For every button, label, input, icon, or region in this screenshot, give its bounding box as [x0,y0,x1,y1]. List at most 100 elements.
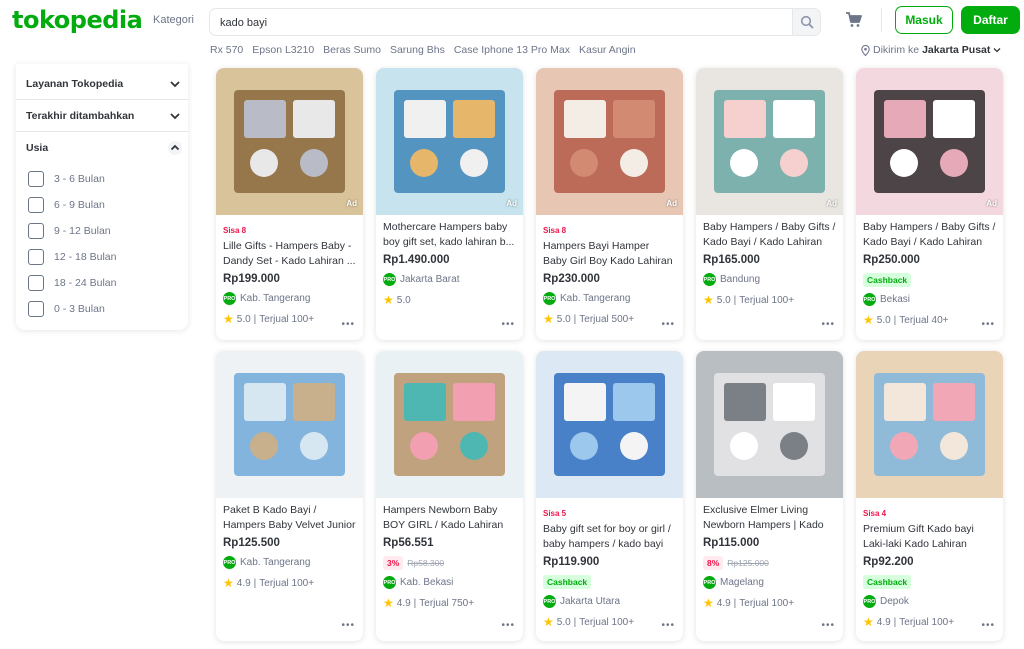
product-image[interactable] [376,68,523,215]
product-card[interactable]: Exclusive Elmer Living Newborn Hampers |… [696,351,843,641]
search-button[interactable] [792,9,820,35]
checkbox[interactable] [28,223,44,239]
product-name[interactable]: Paket B Kado Bayi / Hampers Baby Velvet … [223,503,356,533]
filter-section-label: Terakhir ditambahkan [26,110,135,122]
keyword-link[interactable]: Beras Sumo [323,44,381,56]
product-card[interactable]: Sisa 5 Baby gift set for boy or girl / ba… [536,351,683,641]
product-name[interactable]: Baby gift set for boy or girl / baby ham… [543,522,676,552]
shop-location: PRO Bandung [703,273,760,286]
more-options-icon[interactable]: ••• [981,620,995,631]
shop-location: PRO Jakarta Barat [383,273,459,286]
more-options-icon[interactable]: ••• [661,620,675,631]
filter-section-usia[interactable]: Usia [16,132,188,164]
more-options-icon[interactable]: ••• [821,319,835,330]
product-image[interactable] [536,68,683,215]
product-name[interactable]: Mothercare Hampers baby boy gift set, ka… [383,220,516,250]
product-image[interactable] [216,68,363,215]
product-name[interactable]: Lille Gifts - Hampers Baby - Dandy Set -… [223,239,356,269]
shop-location: PRO Kab. Bekasi [383,576,453,589]
ad-badge: Ad [666,199,677,208]
keyword-link[interactable]: Sarung Bhs [390,44,445,56]
product-image[interactable] [856,68,1003,215]
chevron-down-icon [993,48,1001,53]
filter-section-terakhir[interactable]: Terakhir ditambahkan [16,100,188,132]
age-option[interactable]: 18 - 24 Bulan [28,274,178,292]
rating-value: 4.9 [396,597,411,609]
original-price: Rp58.300 [407,558,445,568]
kategori-link[interactable]: Kategori [153,14,194,26]
age-option[interactable]: 0 - 3 Bulan [28,300,178,318]
star-icon: ★ [223,576,234,590]
checkbox[interactable] [28,301,44,317]
more-options-icon[interactable]: ••• [501,620,515,631]
cart-icon[interactable] [845,11,863,29]
product-card[interactable]: Ad Sisa 8 Lille Gifts - Hampers Baby - Dan… [216,68,363,340]
product-card[interactable]: Ad Baby Hampers / Baby Gifts / Kado Bayi … [856,68,1003,340]
product-card[interactable]: Paket B Kado Bayi / Hampers Baby Velvet … [216,351,363,641]
product-price: Rp199.000 [223,273,280,285]
shop-location: PRO Kab. Tangerang [223,292,310,305]
star-icon: ★ [703,596,714,610]
more-options-icon[interactable]: ••• [341,319,355,330]
tokopedia-logo[interactable]: tokopedia [12,6,143,34]
shop-location-label: Jakarta Utara [560,596,621,607]
more-options-icon[interactable]: ••• [501,319,515,330]
register-button[interactable]: Daftar [961,6,1020,34]
product-name[interactable]: Premium Gift Kado bayi Laki-laki Kado La… [863,522,996,552]
chevron-up-icon [168,141,182,155]
sold-count: Terjual 100+ [899,616,955,628]
rating-value: 5.0 [396,294,411,306]
keyword-link[interactable]: Kasur Angin [579,44,636,56]
delivery-location[interactable]: Dikirim ke Jakarta Pusat [861,44,1001,56]
product-name[interactable]: Hampers Bayi Hamper Baby Girl Boy Kado L… [543,239,676,269]
product-card[interactable]: Hampers Newborn Baby BOY GIRL / Kado Lah… [376,351,523,641]
product-price: Rp165.000 [703,254,760,266]
popular-keywords: Rx 570 Epson L3210 Beras Sumo Sarung Bhs… [210,44,636,56]
keyword-link[interactable]: Epson L3210 [252,44,314,56]
keyword-link[interactable]: Case Iphone 13 Pro Max [454,44,570,56]
rating-row: ★ 5.0 | Terjual 40+ [863,313,948,327]
more-options-icon[interactable]: ••• [341,620,355,631]
checkbox[interactable] [28,249,44,265]
product-name[interactable]: Exclusive Elmer Living Newborn Hampers |… [703,503,836,533]
age-option[interactable]: 9 - 12 Bulan [28,222,178,240]
product-name[interactable]: Baby Hampers / Baby Gifts / Kado Bayi / … [703,220,836,250]
stock-label: Sisa 8 [543,226,567,235]
product-card[interactable]: Ad Baby Hampers / Baby Gifts / Kado Bayi … [696,68,843,340]
rating-separator: | [733,597,737,609]
product-price: Rp1.490.000 [383,254,450,266]
filter-section-layanan[interactable]: Layanan Tokopedia [16,68,188,100]
age-option[interactable]: 12 - 18 Bulan [28,248,178,266]
checkbox[interactable] [28,171,44,187]
shop-location-label: Kab. Tangerang [240,557,311,568]
product-image[interactable] [696,68,843,215]
login-button[interactable]: Masuk [895,6,953,34]
product-card[interactable]: Ad Sisa 8 Hampers Bayi Hamper Baby Girl Bo… [536,68,683,340]
product-name[interactable]: Baby Hampers / Baby Gifts / Kado Bayi / … [863,220,996,250]
age-option[interactable]: 3 - 6 Bulan [28,170,178,188]
keyword-link[interactable]: Rx 570 [210,44,243,56]
product-image[interactable] [696,351,843,498]
age-option[interactable]: 6 - 9 Bulan [28,196,178,214]
rating-separator: | [573,616,577,628]
checkbox[interactable] [28,197,44,213]
sold-count: Terjual 100+ [739,597,795,609]
power-merchant-icon: PRO [223,556,236,569]
checkbox[interactable] [28,275,44,291]
product-card[interactable]: Sisa 4 Premium Gift Kado bayi Laki-laki K… [856,351,1003,641]
product-image[interactable] [536,351,683,498]
age-option-label: 0 - 3 Bulan [54,303,105,315]
product-name[interactable]: Hampers Newborn Baby BOY GIRL / Kado Lah… [383,503,516,533]
product-image[interactable] [376,351,523,498]
product-image[interactable] [216,351,363,498]
product-card[interactable]: Ad Mothercare Hampers baby boy gift set, … [376,68,523,340]
power-merchant-icon: PRO [703,576,716,589]
more-options-icon[interactable]: ••• [821,620,835,631]
more-options-icon[interactable]: ••• [661,319,675,330]
product-image[interactable] [856,351,1003,498]
more-options-icon[interactable]: ••• [981,319,995,330]
search-input[interactable] [220,14,780,31]
rating-row: ★ 5.0 | Terjual 100+ [543,615,634,629]
shop-location-label: Bekasi [880,294,911,305]
stock-label: Sisa 4 [863,509,887,518]
